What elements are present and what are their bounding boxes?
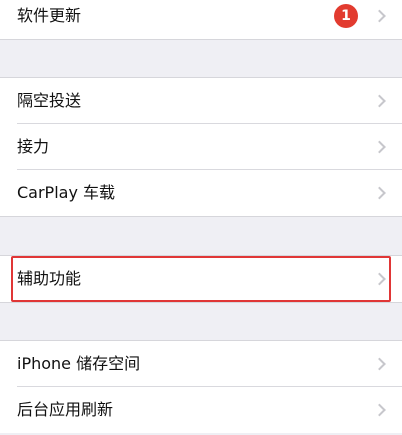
chevron-right-icon (373, 403, 386, 417)
chevron-right-icon (373, 140, 386, 154)
group-divider (0, 39, 402, 40)
accessibility-label: 辅助功能 (17, 269, 82, 288)
software-update-row[interactable]: 软件更新 1 (0, 0, 402, 39)
handoff-label: 接力 (17, 137, 50, 156)
carplay-label: CarPlay 车载 (17, 183, 116, 202)
carplay-row[interactable]: CarPlay 车载 (0, 170, 402, 216)
handoff-row[interactable]: 接力 (0, 124, 402, 170)
group-divider (0, 216, 402, 217)
background-refresh-label: 后台应用刷新 (17, 400, 114, 419)
airdrop-label: 隔空投送 (17, 91, 82, 110)
chevron-right-icon (373, 357, 386, 371)
airdrop-row[interactable]: 隔空投送 (0, 78, 402, 124)
iphone-storage-label: iPhone 储存空间 (17, 354, 141, 373)
chevron-right-icon (373, 9, 386, 23)
software-update-label: 软件更新 (17, 6, 82, 25)
group-divider (0, 302, 402, 303)
background-refresh-row[interactable]: 后台应用刷新 (0, 387, 402, 433)
iphone-storage-row[interactable]: iPhone 储存空间 (0, 341, 402, 387)
chevron-right-icon (373, 272, 386, 286)
accessibility-row[interactable]: 辅助功能 (0, 256, 402, 302)
notification-badge: 1 (334, 4, 358, 28)
chevron-right-icon (373, 186, 386, 200)
chevron-right-icon (373, 94, 386, 108)
